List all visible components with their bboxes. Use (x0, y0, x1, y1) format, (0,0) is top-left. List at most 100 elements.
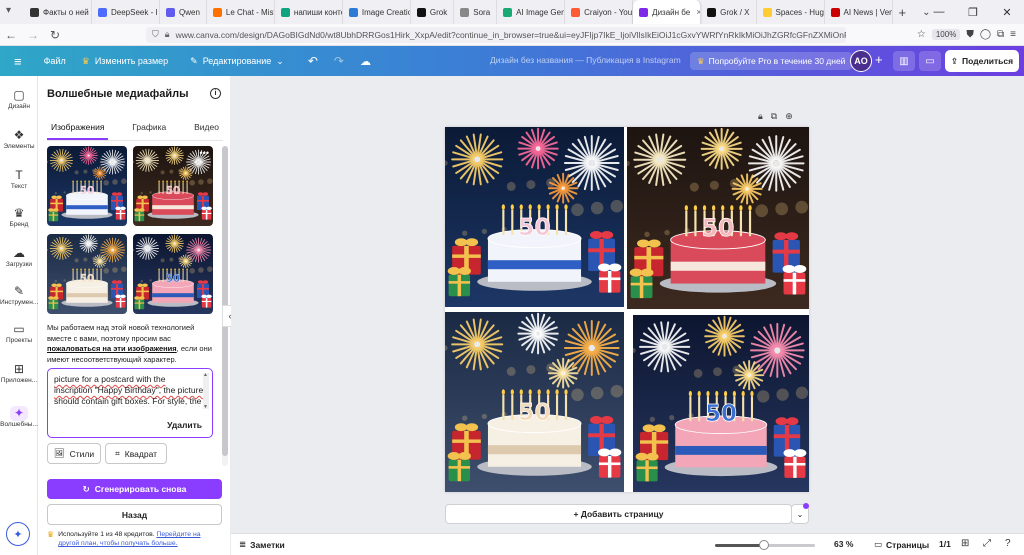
menu-icon[interactable]: ≡ (1010, 29, 1016, 40)
comment-icon[interactable]: ▭ (919, 51, 941, 71)
analytics-icon[interactable]: ▥ (893, 51, 915, 71)
pocket-icon[interactable]: ⛊ (966, 29, 974, 40)
pages-button[interactable]: ▭ Страницы (874, 539, 929, 550)
browser-tab[interactable]: Spaces - Hug (757, 0, 825, 24)
zoom-slider-handle[interactable] (759, 540, 769, 550)
thumbnail-image[interactable]: 50 (47, 234, 127, 314)
report-link[interactable]: пожаловаться на эти изображения (47, 344, 177, 353)
rail-item[interactable]: ☁ Загрузки (0, 246, 38, 268)
rail-item[interactable]: ✦ Волшебны... (0, 406, 38, 428)
thumbnail-image[interactable]: 50 ••• (133, 146, 213, 226)
rail-item[interactable]: ✎ Инструмен... (0, 284, 38, 306)
file-menu[interactable]: Файл (36, 56, 74, 66)
collage-image[interactable]: 50 (633, 315, 809, 492)
forward-arrow-icon[interactable]: → (22, 28, 44, 42)
rail-item-icon: ♛ (13, 206, 25, 220)
grid-view-icon[interactable]: ⊞ (961, 538, 969, 549)
back-button[interactable]: Назад (47, 504, 222, 525)
duplicate-page-icon[interactable]: ⧉ (771, 111, 777, 122)
tab-favicon-icon (416, 7, 426, 17)
rail-item-icon: ❖ (13, 128, 25, 142)
collage-image[interactable]: 50 (445, 312, 624, 492)
hamburger-menu-icon[interactable]: ≡ (0, 54, 36, 69)
tab-favicon-icon (98, 7, 107, 17)
add-page-button[interactable]: + Добавить страницу (445, 504, 792, 524)
notes-button[interactable]: ≣ Заметки (239, 539, 285, 550)
zoom-slider-fill (715, 544, 764, 547)
lock-icon[interactable]: 🔒︎ (758, 111, 763, 122)
browser-tab[interactable]: Grok (411, 0, 455, 24)
browser-tab[interactable]: Craiyon - You (565, 0, 634, 24)
redo-icon[interactable]: ↷ (326, 54, 352, 68)
new-tab-button[interactable]: + (893, 5, 913, 20)
rail-item[interactable]: ▭ Проекты (0, 322, 38, 344)
rail-item[interactable]: ▢ Дизайн (0, 88, 38, 110)
prompt-text[interactable]: picture for a postcard with the inscript… (54, 374, 206, 407)
browser-tab[interactable]: AI News | Ventur (825, 0, 893, 24)
design-page[interactable]: 50 50 50 50 (445, 127, 809, 492)
panel-title: Волшебные медиафайлы (47, 88, 189, 100)
thumbnail-image[interactable]: 50 (133, 234, 213, 314)
close-window-icon[interactable]: ✕ (990, 0, 1024, 24)
share-button[interactable]: ⇪ Поделиться (945, 50, 1019, 72)
editing-mode-button[interactable]: ✎ Редактирование ⌄ (182, 56, 292, 67)
fullscreen-icon[interactable]: ⤢ (983, 538, 991, 549)
resize-button[interactable]: ♛ Изменить размер (74, 56, 176, 67)
rail-item[interactable]: ⊞ Приложен... (0, 362, 38, 384)
regenerate-button[interactable]: ↻ Сгенерировать снова (47, 479, 222, 499)
browser-tab[interactable]: Дизайн бе × (633, 0, 702, 24)
gift-box (629, 268, 654, 299)
crown-icon: ♛ (81, 55, 90, 66)
tab-video[interactable]: Видео (190, 120, 223, 140)
tab-list-icon[interactable]: ▾ (6, 5, 11, 16)
prompt-scrollbar[interactable] (203, 372, 209, 410)
zoom-level[interactable]: 63 % (834, 539, 853, 549)
minimize-icon[interactable]: — (922, 0, 956, 24)
magic-assistant-icon[interactable]: ✦ (6, 522, 30, 546)
browser-tab[interactable]: Image Creation (343, 0, 411, 24)
add-collaborator-icon[interactable]: + (875, 52, 883, 67)
browser-tab[interactable]: Qwen (160, 0, 207, 24)
browser-tab-label: Grok (429, 7, 448, 17)
browser-tab[interactable]: Le Chat - Mistral (207, 0, 275, 24)
avatar[interactable]: AO (850, 50, 872, 72)
rail-item[interactable]: T Текст (0, 168, 38, 190)
styles-button[interactable]: 🖼︎ Стили (47, 443, 101, 464)
zoom-slider[interactable] (715, 540, 815, 550)
more-options-icon[interactable]: ••• (200, 148, 209, 158)
url-field[interactable]: ⛉ 🔒︎ www.canva.com/design/DAGoBIGdNd0/wt… (146, 26, 846, 43)
browser-tab[interactable]: Grok / X (701, 0, 757, 24)
extensions-icon[interactable]: ⧉ (997, 29, 1004, 40)
tab-images[interactable]: Изображения (47, 120, 109, 140)
try-pro-button[interactable]: ♛ Попробуйте Pro в течение 30 дней (690, 52, 853, 70)
rail-item[interactable]: ♛ Бренд (0, 206, 38, 228)
browser-tab[interactable]: AI Image Gen (497, 0, 566, 24)
add-page-icon[interactable]: ⊕ (785, 111, 793, 122)
browser-tab[interactable]: DeepSeek - I (92, 0, 160, 24)
rail-item[interactable]: ❖ Элементы (0, 128, 38, 150)
browser-tab[interactable]: напиши контен (275, 0, 343, 24)
maximize-icon[interactable]: ❐ (956, 0, 990, 24)
collage-image[interactable]: 50 (445, 127, 624, 307)
collage-image[interactable]: 50 (627, 127, 809, 309)
tab-graphics[interactable]: Графика (128, 120, 170, 140)
zoom-indicator[interactable]: 100% (931, 29, 961, 40)
design-title[interactable]: Дизайн без названия — Публикация в Insta… (490, 55, 681, 65)
undo-icon[interactable]: ↶ (300, 54, 326, 68)
aspect-ratio-button[interactable]: ⌗ Квадрат (105, 443, 167, 464)
browser-tab-label: Image Creation (361, 7, 410, 17)
browser-tab[interactable]: Sora (454, 0, 498, 24)
reload-icon[interactable]: ↻ (44, 28, 66, 42)
back-arrow-icon[interactable]: ← (0, 28, 22, 42)
account-icon[interactable]: ◯ (980, 29, 991, 40)
rail-item-icon: ☁ (13, 246, 25, 260)
delete-button[interactable]: Удалить (167, 420, 202, 430)
cloud-save-icon[interactable]: ☁ (352, 55, 379, 68)
bookmark-star-icon[interactable]: ☆ (917, 29, 926, 40)
help-icon[interactable]: ? (1005, 538, 1011, 549)
browser-tab[interactable]: Факты о ней (24, 0, 92, 24)
thumbnail-image[interactable]: 50 (47, 146, 127, 226)
info-icon[interactable]: i (210, 88, 221, 99)
prompt-input[interactable]: picture for a postcard with the inscript… (47, 368, 213, 438)
scrollbar-thumb[interactable] (222, 146, 228, 456)
